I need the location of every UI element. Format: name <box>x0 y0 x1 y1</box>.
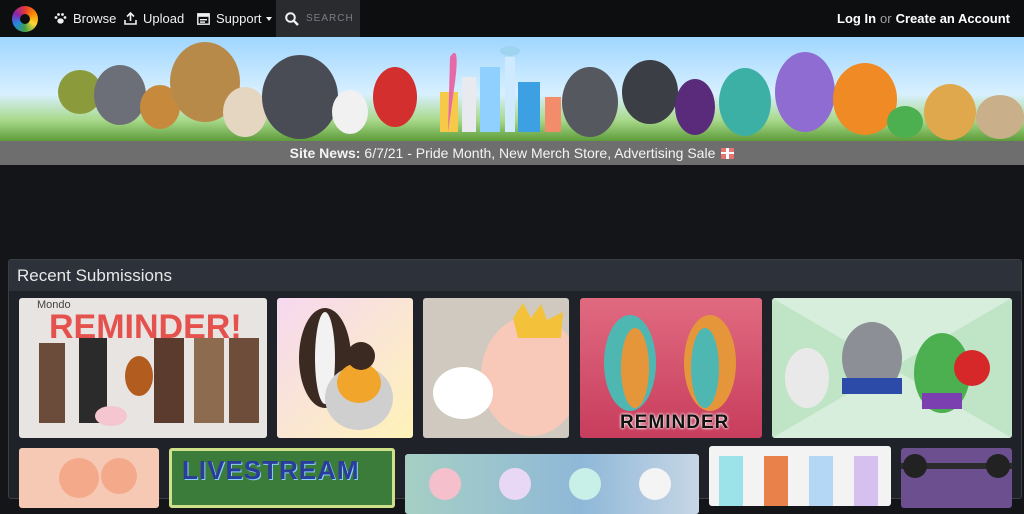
support-menu[interactable]: Support <box>197 0 272 37</box>
chevron-down-icon <box>265 17 272 21</box>
recent-submissions-header: Recent Submissions <box>9 260 1021 291</box>
upload-label: Upload <box>143 11 185 26</box>
submission-caption: REMINDER <box>620 412 730 433</box>
submission-thumbnail[interactable] <box>901 448 1012 508</box>
support-label: Support <box>216 11 262 26</box>
login-link[interactable]: Log In <box>837 11 876 26</box>
submission-thumbnail[interactable] <box>405 454 699 514</box>
submission-thumbnail[interactable] <box>277 298 413 438</box>
create-account-link[interactable]: Create an Account <box>896 11 1010 26</box>
auth-links: Log In or Create an Account <box>837 0 1010 37</box>
submission-thumbnail[interactable]: Mondo REMINDER! <box>19 298 267 438</box>
top-nav: Browse Upload Support Log In or Create a… <box>0 0 1024 37</box>
search-input[interactable] <box>306 13 358 24</box>
site-news-bar[interactable]: Site News: 6/7/21 - Pride Month, New Mer… <box>0 141 1024 165</box>
site-news-prefix: Site News: <box>289 145 361 161</box>
submission-thumbnail[interactable]: REMINDER <box>580 298 762 438</box>
submission-thumbnail[interactable] <box>423 298 569 438</box>
support-icon <box>197 12 210 25</box>
browse-link[interactable]: Browse <box>54 0 116 37</box>
or-text: or <box>880 11 892 26</box>
site-logo-icon[interactable] <box>12 6 38 32</box>
browse-label: Browse <box>73 11 117 26</box>
submission-thumbnail[interactable]: LIVESTREAM <box>169 448 395 508</box>
submission-thumbnail[interactable] <box>709 446 891 506</box>
recent-submissions-title: Recent Submissions <box>17 265 172 285</box>
submission-thumbnail[interactable] <box>772 298 1012 438</box>
upload-link[interactable]: Upload <box>124 0 184 37</box>
search-icon <box>285 11 299 26</box>
site-news-text[interactable]: 6/7/21 - Pride Month, New Merch Store, A… <box>364 145 715 161</box>
site-banner <box>0 37 1024 141</box>
upload-icon <box>124 12 137 25</box>
submission-caption: LIVESTREAM <box>182 455 360 485</box>
banner-artwork <box>58 42 1024 140</box>
submission-thumbnail[interactable] <box>19 448 159 508</box>
recent-submissions-panel: Recent Submissions Mondo REMINDER! REMIN… <box>8 259 1022 514</box>
gift-icon <box>721 147 735 159</box>
paw-icon <box>54 13 67 24</box>
submission-caption: REMINDER! <box>49 308 242 346</box>
search-box[interactable] <box>276 0 360 37</box>
